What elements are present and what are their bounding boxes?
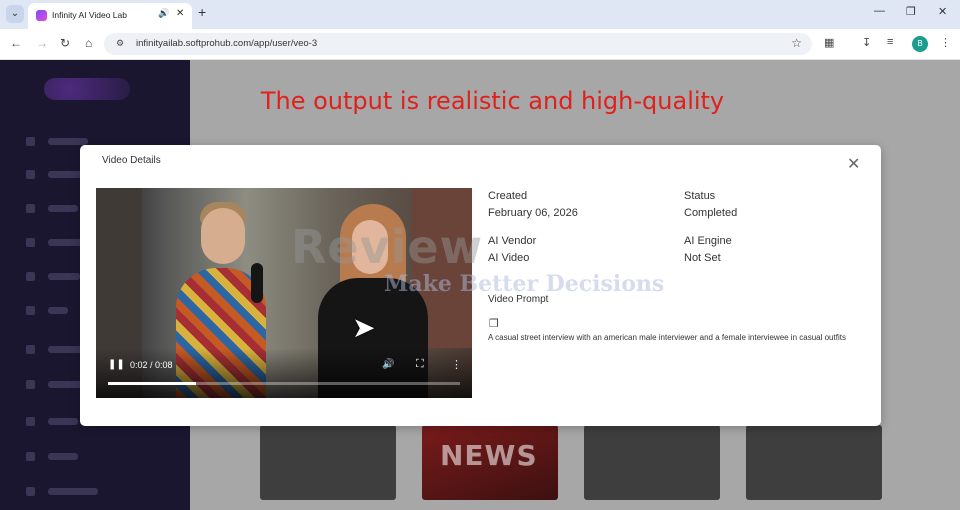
video-thumbnail[interactable] — [584, 425, 720, 500]
modal-title: Video Details — [102, 155, 161, 166]
video-thumbnail[interactable] — [260, 425, 396, 500]
video-microphone — [251, 263, 263, 303]
status-value: Completed — [684, 207, 738, 219]
video-prompt-text: A casual street interview with an americ… — [488, 333, 846, 342]
status-label: Status — [684, 190, 716, 202]
restore-icon[interactable]: ❐ — [906, 5, 916, 18]
sidebar-item[interactable] — [26, 450, 166, 462]
mouse-cursor-icon: ➤ — [352, 312, 376, 343]
address-bar[interactable]: ⚙ infinityailab.softprohub.com/app/user/… — [104, 33, 812, 55]
reload-icon[interactable]: ↻ — [60, 36, 70, 50]
volume-icon[interactable]: 🔊 — [382, 359, 394, 370]
overlay-caption: The output is realistic and high-quality — [260, 87, 725, 115]
close-icon[interactable]: ✕ — [847, 154, 860, 174]
tab-title: Infinity AI Video Lab — [52, 10, 127, 20]
new-tab-plus-icon[interactable]: + — [198, 4, 206, 20]
window-close-icon[interactable]: ✕ — [938, 5, 947, 18]
back-arrow-icon[interactable]: ← — [10, 36, 22, 50]
profile-avatar[interactable]: B — [912, 36, 928, 52]
home-icon[interactable]: ⌂ — [85, 36, 92, 50]
tab-close-icon[interactable]: ✕ — [176, 8, 184, 19]
created-label: Created — [488, 190, 528, 202]
minimize-icon[interactable]: — — [874, 5, 885, 17]
ai-engine-value: Not Set — [684, 252, 721, 264]
ai-vendor-label: AI Vendor — [488, 235, 537, 247]
media-control-icon[interactable]: ≡ — [887, 36, 893, 48]
watermark-text: Review — [291, 220, 484, 274]
ai-vendor-value: AI Video — [488, 252, 530, 264]
video-thumbnail[interactable]: NEWS — [422, 425, 558, 500]
copy-icon[interactable]: ❐ — [489, 317, 499, 330]
tab-infinity-ai-video-lab[interactable]: Infinity AI Video Lab 🔊 ✕ — [28, 3, 192, 29]
video-time: 0:02 / 0:08 — [130, 360, 173, 370]
video-seek-progress — [108, 382, 196, 385]
download-icon[interactable]: ↧ — [862, 36, 871, 49]
more-options-icon[interactable]: ⋮ — [451, 358, 462, 371]
bookmark-star-icon[interactable]: ☆ — [791, 36, 802, 50]
site-info-icon[interactable]: ⚙ — [116, 38, 124, 49]
video-controls: ❚❚ 0:02 / 0:08 🔊 ⛶ ⋮ — [96, 348, 472, 398]
sidebar-item[interactable] — [26, 485, 166, 497]
extensions-puzzle-icon[interactable]: ▦ — [824, 36, 834, 49]
tab-search-chevron-icon[interactable]: ⌄ — [6, 5, 24, 23]
forward-arrow-icon[interactable]: → — [36, 36, 48, 50]
video-person — [201, 208, 245, 264]
menu-kebab-icon[interactable]: ⋮ — [940, 36, 951, 49]
browser-toolbar: ← → ↻ ⌂ ⚙ infinityailab.softprohub.com/a… — [0, 29, 960, 60]
video-seek-bar[interactable] — [108, 382, 460, 385]
site-favicon-icon — [36, 10, 47, 21]
pause-icon[interactable]: ❚❚ — [108, 359, 125, 370]
fullscreen-icon[interactable]: ⛶ — [416, 358, 424, 371]
speaker-icon[interactable]: 🔊 — [158, 8, 169, 19]
video-thumbnail[interactable] — [746, 425, 882, 500]
ai-engine-label: AI Engine — [684, 235, 732, 247]
created-value: February 06, 2026 — [488, 207, 578, 219]
tab-strip: ⌄ Infinity AI Video Lab 🔊 ✕ + — ❐ ✕ — [0, 0, 960, 29]
url-text: infinityailab.softprohub.com/app/user/ve… — [136, 38, 318, 49]
watermark-tagline: Make Better Decisions — [384, 271, 665, 297]
browser-window: ⌄ Infinity AI Video Lab 🔊 ✕ + — ❐ ✕ ← → … — [0, 0, 960, 510]
thumbnail-text: NEWS — [440, 439, 538, 472]
